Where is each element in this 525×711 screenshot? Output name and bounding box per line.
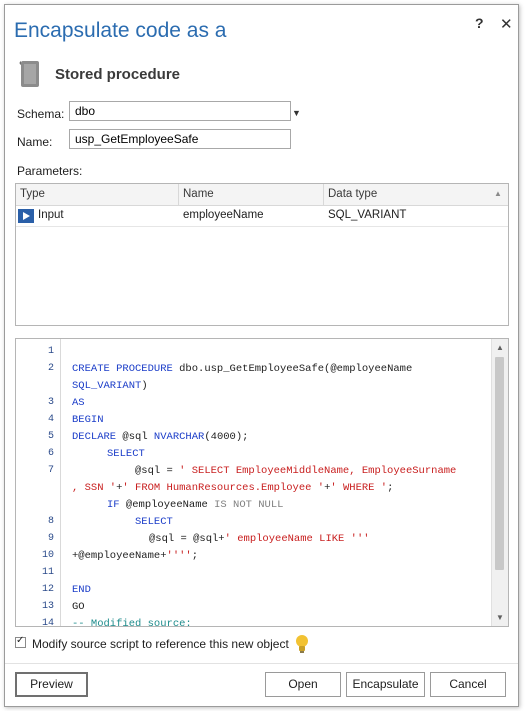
code-line: AS: [72, 397, 85, 409]
line-number: 1: [47, 346, 54, 357]
line-number: 10: [41, 550, 54, 561]
encapsulate-button[interactable]: Encapsulate: [346, 672, 425, 697]
stored-procedure-icon: [19, 61, 39, 87]
line-number: 14: [41, 618, 54, 627]
param-type-cell: Input: [38, 209, 64, 221]
encapsulate-dialog: Encapsulate code as a ? ✕ Stored procedu…: [4, 4, 519, 707]
code-line: DECLARE @sql NVARCHAR(4000);: [72, 431, 249, 443]
table-row[interactable]: Input employeeName SQL_VARIANT: [16, 206, 508, 227]
cancel-button[interactable]: Cancel: [430, 672, 506, 697]
code-line: BEGIN: [72, 414, 104, 426]
lightbulb-icon[interactable]: [294, 634, 310, 654]
line-number: 7: [47, 465, 54, 476]
line-number: 13: [41, 601, 54, 612]
vertical-scrollbar[interactable]: ▲ ▼: [491, 339, 508, 626]
code-line: GO: [72, 601, 85, 613]
column-header-name[interactable]: Name: [183, 188, 214, 200]
code-line: @sql = @sql+' employeeName LIKE ''': [149, 533, 370, 545]
preview-button[interactable]: Preview: [15, 672, 88, 697]
name-field[interactable]: [69, 129, 291, 149]
modify-source-label[interactable]: Modify source script to reference this n…: [32, 637, 289, 651]
code-editor[interactable]: 1 2 3 4 5 6 7 8 9 10 11 12 13 14 CREATE …: [15, 338, 509, 627]
param-datatype-cell: SQL_VARIANT: [328, 209, 407, 221]
footer-divider: [5, 663, 518, 664]
code-line: +@employeeName+'''';: [72, 550, 199, 562]
name-label: Name:: [17, 135, 53, 149]
schema-field[interactable]: [69, 101, 291, 121]
line-number: 2: [47, 363, 54, 374]
help-button[interactable]: ?: [475, 15, 484, 31]
grid-header: Type Name Data type ▲: [16, 184, 508, 206]
scrollbar-thumb[interactable]: [495, 357, 504, 570]
line-number: 6: [47, 448, 54, 459]
schema-label: Schema:: [17, 107, 65, 121]
line-number-gutter: 1 2 3 4 5 6 7 8 9 10 11 12 13 14: [16, 339, 61, 626]
code-line: , SSN '+' FROM HumanResources.Employee '…: [72, 482, 394, 494]
dialog-title: Encapsulate code as a: [14, 19, 227, 42]
code-line: CREATE PROCEDURE dbo.usp_GetEmployeeSafe…: [72, 363, 413, 375]
line-number: 12: [41, 584, 54, 595]
object-type-label: Stored procedure: [55, 66, 181, 83]
column-header-data-type[interactable]: Data type: [328, 188, 377, 200]
line-number: 8: [47, 516, 54, 527]
parameters-grid: Type Name Data type ▲ Input employeeName…: [15, 183, 509, 326]
scroll-down-icon[interactable]: ▼: [496, 613, 504, 622]
close-button[interactable]: ✕: [500, 15, 513, 33]
code-line: IF @employeeName IS NOT NULL: [107, 499, 284, 511]
line-number: 5: [47, 431, 54, 442]
parameters-label: Parameters:: [17, 164, 83, 178]
code-line: SELECT: [107, 448, 145, 460]
line-number: 9: [47, 533, 54, 544]
code-line: SELECT: [135, 516, 173, 528]
line-number: 11: [41, 567, 54, 578]
modify-source-checkbox[interactable]: [15, 635, 26, 648]
code-line: END: [72, 584, 91, 596]
column-header-type[interactable]: Type: [20, 188, 45, 200]
code-line: @sql = ' SELECT EmployeeMiddleName, Empl…: [135, 465, 457, 477]
code-line: SQL_VARIANT): [72, 380, 148, 392]
code-line: -- Modified source:: [72, 618, 192, 627]
line-number: 3: [47, 397, 54, 408]
line-number: 4: [47, 414, 54, 425]
param-name-cell: employeeName: [183, 209, 264, 221]
open-button[interactable]: Open: [265, 672, 341, 697]
input-parameter-icon: [18, 209, 34, 223]
sort-up-icon: ▲: [494, 189, 502, 198]
chevron-down-icon[interactable]: ▼: [292, 108, 302, 118]
scroll-up-icon[interactable]: ▲: [496, 343, 504, 352]
